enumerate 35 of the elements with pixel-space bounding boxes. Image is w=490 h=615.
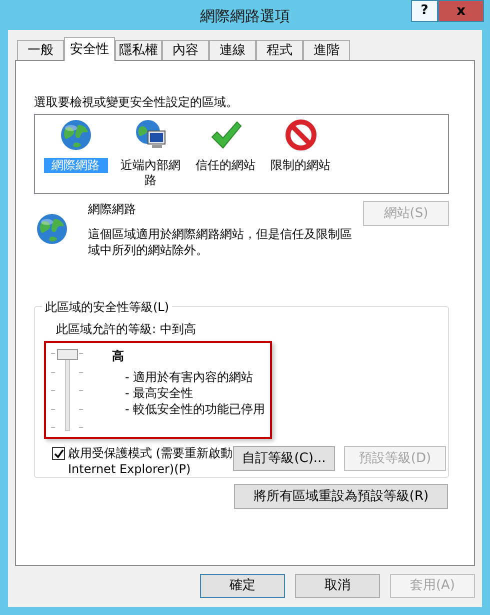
help-button[interactable]: ? [411,0,438,22]
tab[interactable]: 隱私權 [115,40,162,60]
dialog-button[interactable]: 自訂等級(C)... [233,446,335,471]
dialog-button[interactable]: 將所有區域重設為預設等級(R) [234,484,448,509]
window-title: 網際網路選項 [200,6,290,27]
dialog-button[interactable]: 取消 [295,574,380,598]
no-entry-icon [284,119,316,151]
group-legend: 此區域的安全性等級(L) [42,298,172,316]
checkmark-icon [210,119,242,151]
zone-item[interactable]: 信任的網站 [194,158,258,173]
zone-name: 網際網路 [88,201,137,218]
tab[interactable]: 安全性 [64,37,115,61]
tab[interactable]: 內容 [162,40,209,60]
zone-description: 這個區域適用於網際網路網站，但是信任及限制區域中所列的網站除外。 [88,226,353,258]
tab[interactable]: 連線 [209,40,256,60]
close-button[interactable]: x [438,0,484,22]
checkbox[interactable] [52,447,65,460]
level-description: - 適用於有害內容的網站 [125,369,254,385]
allowed-levels: 此區域允許的等級: 中到高 [56,321,197,338]
tab[interactable]: 進階 [303,40,350,60]
zone-prompt: 選取要檢視或變更安全性設定的區域。 [34,94,239,111]
tab[interactable]: 一般 [17,40,64,60]
zone-item[interactable]: 近端內部網路 [118,158,182,188]
checkbox-label: 啟用受保護模式 (需要重新啟動 Internet Explorer)(P) [68,445,233,477]
globe-monitor-icon [134,119,166,151]
checkmark-icon [54,448,64,458]
globe-icon [36,213,68,245]
level-description: - 較低安全性的功能已停用 [125,401,266,417]
globe-icon [60,119,92,151]
dialog-button[interactable]: 確定 [200,574,285,598]
level-description: - 最高安全性 [125,385,194,401]
level-name: 高 [112,348,125,365]
zone-item[interactable]: 限制的網站 [268,158,332,173]
tab[interactable]: 程式 [256,40,303,60]
slider-thumb[interactable] [57,349,78,360]
